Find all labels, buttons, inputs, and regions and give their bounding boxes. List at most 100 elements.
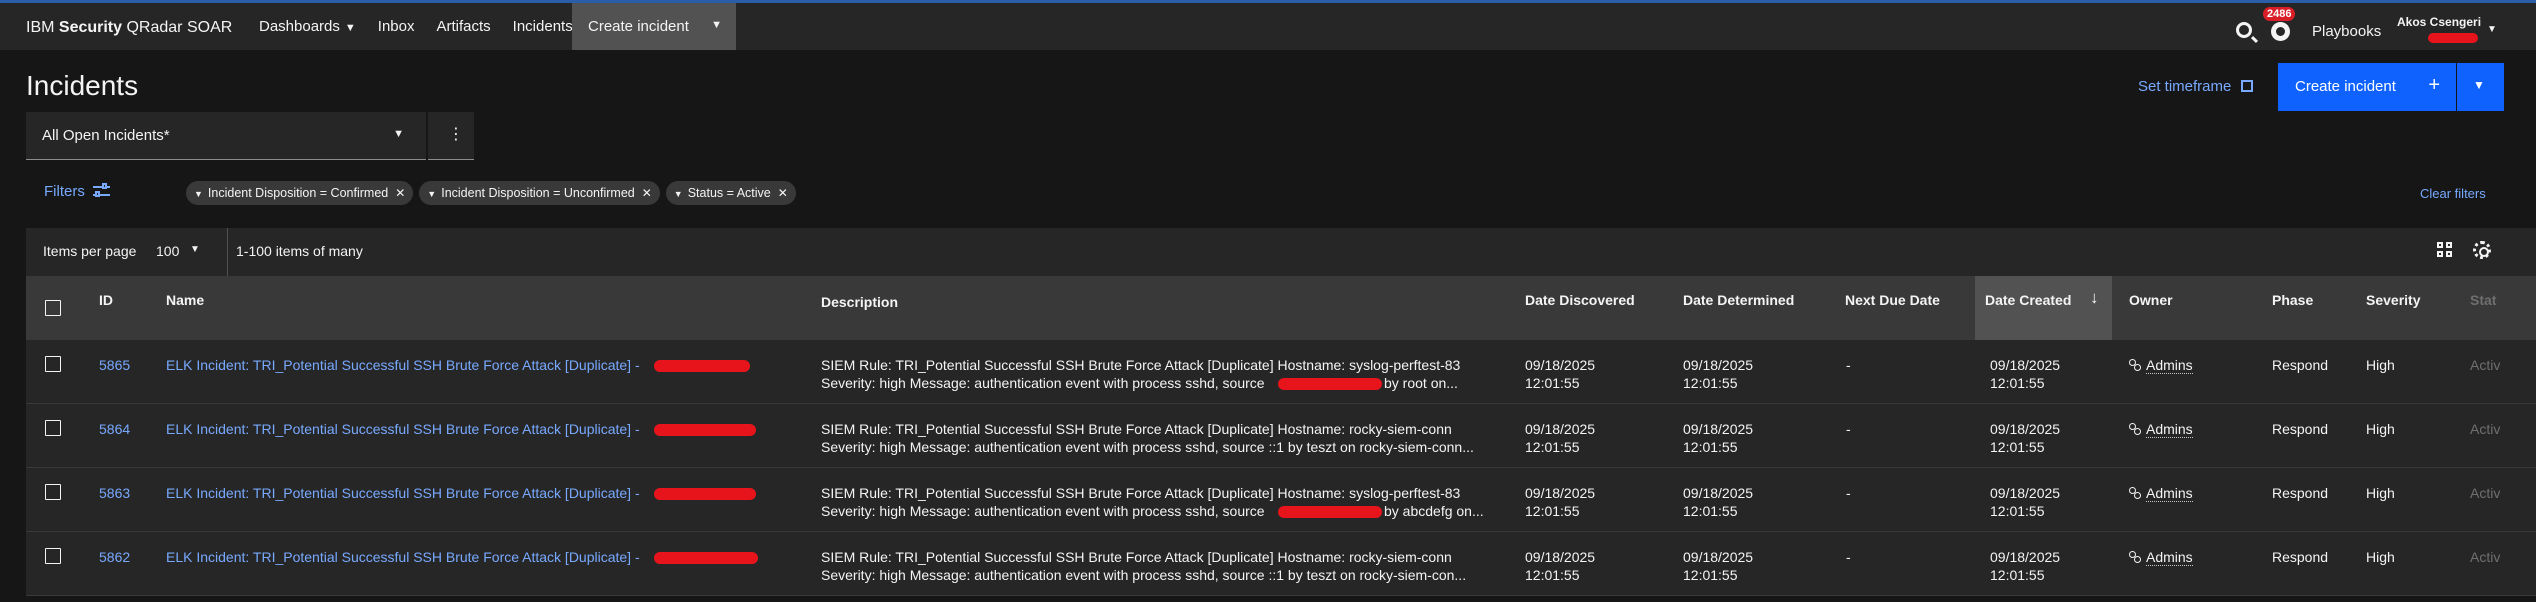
- overflow-menu-icon: ⋮: [448, 126, 464, 143]
- column-header-description[interactable]: Description: [811, 276, 1501, 340]
- column-header-severity[interactable]: Severity: [2356, 276, 2456, 340]
- close-icon[interactable]: ✕: [642, 186, 652, 200]
- row-checkbox[interactable]: [45, 548, 61, 564]
- clear-filters-link[interactable]: Clear filters: [2420, 186, 2486, 201]
- nav-artifacts[interactable]: Artifacts: [425, 3, 501, 50]
- incident-name-link[interactable]: ELK Incident: TRI_Potential Successful S…: [166, 484, 640, 502]
- filters-button[interactable]: Filters: [44, 183, 85, 200]
- nav-dashboards[interactable]: Dashboards ▼: [248, 3, 367, 50]
- nav-create-incident[interactable]: Create incident ▼: [572, 3, 736, 50]
- incident-name-link[interactable]: ELK Incident: TRI_Potential Successful S…: [166, 420, 640, 438]
- filter-tag[interactable]: ▼ Incident Disposition = Unconfirmed ✕: [419, 181, 660, 205]
- time-discovered: 12:01:55: [1525, 439, 1580, 455]
- chevron-down-icon[interactable]: ▼: [190, 244, 200, 255]
- user-menu[interactable]: Akos Csengeri: [2397, 15, 2481, 29]
- incident-id-link[interactable]: 5863: [99, 484, 130, 502]
- column-header-name[interactable]: Name: [156, 276, 806, 340]
- time-determined: 12:01:55: [1683, 503, 1738, 519]
- filter-tag[interactable]: ▼ Incident Disposition = Confirmed ✕: [186, 181, 414, 205]
- date-determined: 09/18/2025: [1683, 421, 1754, 437]
- time-determined: 12:01:55: [1683, 567, 1738, 583]
- description-line-2: Severity: high Message: authentication e…: [821, 503, 1265, 519]
- column-header-date-determined[interactable]: Date Determined: [1673, 276, 1833, 340]
- chevron-down-icon[interactable]: ▼: [711, 19, 722, 31]
- redaction-mark: [1278, 378, 1382, 390]
- pagination-range: 1-100 items of many: [236, 243, 363, 259]
- nav-inbox[interactable]: Inbox: [367, 3, 426, 50]
- phase-cell: Respond: [2272, 485, 2329, 501]
- table-row[interactable]: 5863 ELK Incident: TRI_Potential Success…: [26, 468, 2536, 532]
- incident-id-link[interactable]: 5862: [99, 548, 130, 566]
- top-header: IBM Security QRadar SOAR Dashboards ▼ Inb…: [0, 0, 2536, 50]
- close-icon[interactable]: ✕: [395, 186, 405, 200]
- user-group-icon: [2129, 423, 2143, 435]
- table-row[interactable]: 5862 ELK Incident: TRI_Potential Success…: [26, 532, 2536, 596]
- filter-tag[interactable]: ▼ Status = Active ✕: [665, 181, 796, 205]
- playbooks-link[interactable]: Playbooks: [2312, 23, 2381, 40]
- date-discovered: 09/18/2025: [1525, 357, 1596, 373]
- search-icon[interactable]: [2236, 22, 2252, 38]
- date-determined: 09/18/2025: [1683, 549, 1754, 565]
- chevron-down-icon[interactable]: ▼: [674, 189, 683, 199]
- column-header-next-due-date[interactable]: Next Due Date: [1835, 276, 1980, 340]
- date-determined: 09/18/2025: [1683, 357, 1754, 373]
- chevron-down-icon[interactable]: ▼: [2487, 24, 2497, 35]
- plus-icon: +: [2428, 74, 2440, 96]
- description-line-2: Severity: high Message: authentication e…: [821, 439, 1474, 455]
- redaction-mark: [654, 552, 758, 564]
- time-created: 12:01:55: [1990, 503, 2045, 519]
- time-created: 12:01:55: [1990, 375, 2045, 391]
- grid-view-icon[interactable]: [2437, 242, 2453, 258]
- view-dropdown[interactable]: All Open Incidents* ▼: [26, 112, 426, 160]
- filter-settings-icon[interactable]: [93, 183, 110, 198]
- owner-cell[interactable]: Admins: [2129, 420, 2193, 438]
- user-group-icon: [2129, 487, 2143, 499]
- owner-cell[interactable]: Admins: [2129, 356, 2193, 374]
- close-icon[interactable]: ✕: [778, 186, 788, 200]
- view-overflow-menu[interactable]: ⋮: [428, 112, 474, 160]
- redaction-mark: [654, 360, 750, 372]
- next-due-date: -: [1846, 485, 1851, 501]
- table-toolbar: Items per page 100 ▼ 1-100 items of many: [26, 228, 2536, 276]
- description-line-1: SIEM Rule: TRI_Potential Successful SSH …: [821, 549, 1452, 565]
- table-row[interactable]: 5864 ELK Incident: TRI_Potential Success…: [26, 404, 2536, 468]
- incident-id-link[interactable]: 5865: [99, 356, 130, 374]
- items-per-page-select[interactable]: 100: [156, 243, 179, 259]
- incident-name-link[interactable]: ELK Incident: TRI_Potential Successful S…: [166, 548, 640, 566]
- set-timeframe-link[interactable]: Set timeframe: [2138, 78, 2254, 95]
- calendar-icon: [2241, 80, 2254, 92]
- status-cell: Activ: [2470, 549, 2501, 565]
- chevron-down-icon[interactable]: ▼: [427, 189, 436, 199]
- row-checkbox[interactable]: [45, 484, 61, 500]
- create-incident-button[interactable]: Create incident +: [2278, 63, 2456, 111]
- gear-icon[interactable]: [2473, 241, 2491, 259]
- select-all-checkbox[interactable]: [45, 300, 61, 316]
- column-header-date-discovered[interactable]: Date Discovered: [1515, 276, 1670, 340]
- incident-name-link[interactable]: ELK Incident: TRI_Potential Successful S…: [166, 356, 640, 374]
- chevron-down-icon[interactable]: ▼: [194, 189, 203, 199]
- arrow-down-icon: ↓: [2090, 288, 2099, 307]
- incident-id-link[interactable]: 5864: [99, 420, 130, 438]
- column-header-owner[interactable]: Owner: [2119, 276, 2264, 340]
- date-created: 09/18/2025: [1990, 549, 2061, 565]
- date-discovered: 09/18/2025: [1525, 485, 1596, 501]
- column-header-phase[interactable]: Phase: [2262, 276, 2352, 340]
- column-header-status[interactable]: Stat: [2460, 276, 2536, 340]
- product-logo[interactable]: IBM Security QRadar SOAR: [26, 19, 232, 37]
- description-line-2: Severity: high Message: authentication e…: [821, 375, 1265, 391]
- severity-cell: High: [2366, 485, 2395, 501]
- chevron-down-icon: ▼: [344, 22, 356, 34]
- notification-icon[interactable]: [2271, 22, 2290, 41]
- date-created: 09/18/2025: [1990, 485, 2061, 501]
- column-header-id[interactable]: ID: [89, 276, 159, 340]
- redaction-mark: [1278, 506, 1382, 518]
- column-header-date-created[interactable]: Date Created ↓: [1975, 276, 2112, 340]
- owner-cell[interactable]: Admins: [2129, 548, 2193, 566]
- table-row[interactable]: 5865 ELK Incident: TRI_Potential Success…: [26, 340, 2536, 404]
- chevron-down-icon: ▼: [2473, 78, 2485, 92]
- row-checkbox[interactable]: [45, 420, 61, 436]
- row-checkbox[interactable]: [45, 356, 61, 372]
- redaction-mark: [654, 488, 756, 500]
- owner-cell[interactable]: Admins: [2129, 484, 2193, 502]
- create-incident-menu-button[interactable]: ▼: [2457, 63, 2504, 111]
